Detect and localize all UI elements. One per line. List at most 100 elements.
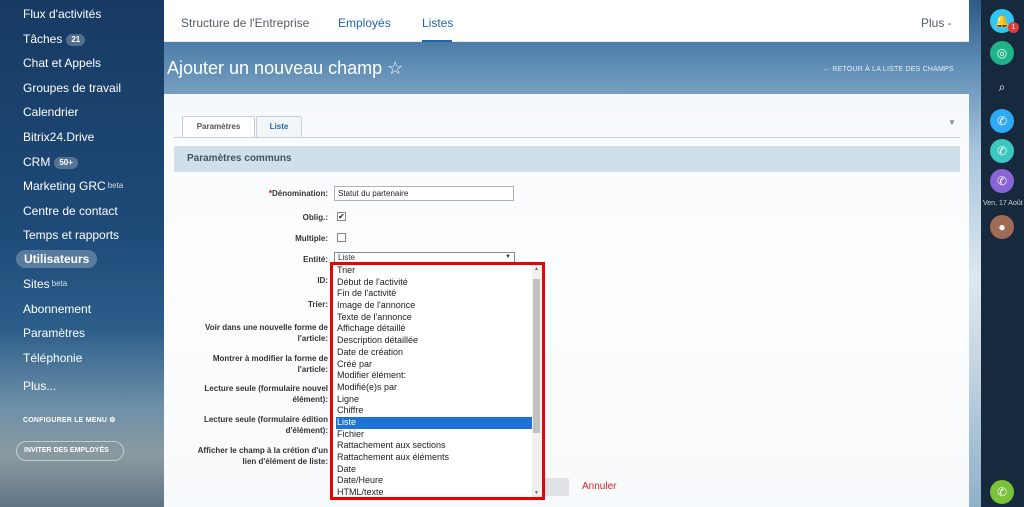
avatar[interactable]: ● <box>990 215 1014 239</box>
dropdown-option[interactable]: Chiffre <box>336 405 534 417</box>
multiple-checkbox[interactable] <box>337 233 346 242</box>
more-menu-button[interactable]: Plus - <box>921 16 952 30</box>
required-label: Oblig.: <box>302 213 328 222</box>
multiple-label: Multiple: <box>295 234 328 243</box>
phone-icon[interactable]: ✆ <box>990 169 1014 193</box>
dropdown-option[interactable]: Fichier <box>336 429 534 441</box>
scrollbar-thumb[interactable] <box>533 279 540 433</box>
sidebar-item-label: Bitrix24.Drive <box>23 130 95 144</box>
sidebar-item-label: Sites <box>23 277 50 291</box>
entity-dropdown-list[interactable]: Trier Début de l'activité Fin de l'activ… <box>330 262 545 500</box>
left-sidebar: Flux d'activités Tâches 21 Chat et Appels… <box>0 0 164 507</box>
sidebar-item-label: Marketing GRC <box>23 179 106 193</box>
collapse-arrow-icon[interactable]: ▼ <box>948 118 956 127</box>
name-input[interactable]: Statut du partenaire <box>334 186 514 201</box>
top-navigation: Structure de l'Entreprise Employés Liste… <box>164 0 969 42</box>
dropdown-option[interactable]: Image de l'annonce <box>336 300 534 312</box>
dropdown-option[interactable]: Créé par <box>336 359 534 371</box>
tasks-count-badge: 21 <box>66 33 86 46</box>
beta-tag: beta <box>107 181 124 190</box>
dropdown-option[interactable]: Trier <box>336 265 534 277</box>
dropdown-option[interactable]: HTML/texte <box>336 487 534 499</box>
invite-label: INVITER DES EMPLOYÉS <box>24 447 109 454</box>
sidebar-item-tasks[interactable]: Tâches 21 <box>23 30 86 48</box>
dropdown-option[interactable]: Rattachement aux éléments <box>336 452 534 464</box>
sidebar-item-contact-center[interactable]: Centre de contact <box>23 202 118 220</box>
scroll-up-icon[interactable]: ▲ <box>532 266 541 272</box>
search-icon[interactable]: ⌕ <box>990 75 1014 99</box>
sidebar-item-workgroups[interactable]: Groupes de travail <box>23 79 121 97</box>
tab-list[interactable]: Liste <box>256 116 302 138</box>
sidebar-item-crm[interactable]: CRM 50+ <box>23 153 78 171</box>
tab-company-structure[interactable]: Structure de l'Entreprise <box>181 16 309 30</box>
chat-icon[interactable]: ◎ <box>990 41 1014 65</box>
chevron-down-icon: ▼ <box>505 254 511 260</box>
dropdown-option-selected[interactable]: Liste <box>336 416 534 429</box>
scroll-down-icon[interactable]: ▼ <box>532 490 541 496</box>
dropdown-option[interactable]: Date <box>336 464 534 476</box>
sort-label: Trier: <box>307 300 328 309</box>
form-content: Paramètres Liste ▼ Paramètres communs *D… <box>164 94 969 507</box>
sidebar-item-time-reports[interactable]: Temps et rapports <box>23 226 119 244</box>
sidebar-item-label: Plus... <box>23 379 57 393</box>
sidebar-item-label: Abonnement <box>23 302 92 316</box>
sidebar-item-label: Temps et rapports <box>23 228 120 242</box>
sidebar-item-subscription[interactable]: Abonnement <box>23 300 91 318</box>
tab-parameters[interactable]: Paramètres <box>182 116 255 138</box>
dropdown-option[interactable]: Modifié(e)s par <box>336 382 534 394</box>
sidebar-item-label: CRM <box>23 155 51 169</box>
dropdown-option[interactable]: Ligne <box>336 394 534 406</box>
invite-employees-button[interactable]: INVITER DES EMPLOYÉS <box>16 441 124 461</box>
dropdown-option[interactable]: Fin de l'activité <box>336 288 534 300</box>
dropdown-option[interactable]: Texte de l'annonce <box>336 312 534 324</box>
save-button[interactable] <box>544 478 569 496</box>
sidebar-item-label: Tâches <box>23 32 63 46</box>
sidebar-item-label: Groupes de travail <box>23 81 122 95</box>
sidebar-item-more[interactable]: Plus... <box>23 377 56 395</box>
sidebar-item-label: Flux d'activités <box>23 7 102 21</box>
sidebar-item-marketing[interactable]: Marketing GRC beta <box>23 177 123 195</box>
section-header: Paramètres communs <box>174 146 960 172</box>
call-icon[interactable]: ✆ <box>990 480 1014 504</box>
dropdown-option[interactable]: Modifier élément: <box>336 370 534 382</box>
right-bar: 🔔 ◎ ⌕ ✆ ✆ ✆ Ven, 17 Août ● ✆ <box>981 0 1024 507</box>
dropdown-option[interactable]: Description détaillée <box>336 335 534 347</box>
sidebar-item-label: Téléphonie <box>23 351 83 365</box>
sidebar-item-users[interactable]: Utilisateurs <box>16 250 98 268</box>
sidebar-item-label: Utilisateurs <box>24 252 90 266</box>
entity-label: Entité: <box>303 255 328 264</box>
sidebar-item-label: Centre de contact <box>23 204 118 218</box>
show-link-label: Afficher le champ à la crétion d'un lien… <box>197 446 328 466</box>
date-label: Ven, 17 Août <box>983 200 1023 207</box>
phone-icon[interactable]: ✆ <box>990 139 1014 163</box>
sidebar-item-settings[interactable]: Paramètres <box>23 324 85 342</box>
sidebar-item-drive[interactable]: Bitrix24.Drive <box>23 128 94 146</box>
cancel-link[interactable]: Annuler <box>582 481 616 492</box>
configure-menu-link[interactable]: CONFIGURER LE MENU ⚙ <box>23 416 116 424</box>
dropdown-option[interactable]: Affichage détaillé <box>336 323 534 335</box>
back-to-fields-link[interactable]: ← RETOUR À LA LISTE DES CHAMPS <box>823 66 954 73</box>
dropdown-scrollbar[interactable]: ▲ ▼ <box>532 265 541 497</box>
beta-tag: beta <box>51 279 68 288</box>
active-tab-underline <box>422 40 452 42</box>
sidebar-item-telephony[interactable]: Téléphonie <box>23 349 82 367</box>
id-label: ID: <box>317 276 328 285</box>
tab-lists[interactable]: Listes <box>422 16 453 30</box>
dropdown-option[interactable]: Date/Heure <box>336 475 534 487</box>
configure-menu-label: CONFIGURER LE MENU <box>23 417 108 424</box>
sidebar-item-chat[interactable]: Chat et Appels <box>23 54 101 72</box>
tab-employees[interactable]: Employés <box>338 16 391 30</box>
crm-count-badge: 50+ <box>54 156 78 169</box>
required-checkbox[interactable]: ✔ <box>337 212 346 221</box>
sidebar-item-sites[interactable]: Sites beta <box>23 275 67 293</box>
sidebar-item-activity[interactable]: Flux d'activités <box>23 5 101 23</box>
dropdown-option[interactable]: Début de l'activité <box>336 277 534 289</box>
phone-icon[interactable]: ✆ <box>990 109 1014 133</box>
gear-icon: ⚙ <box>109 417 116 424</box>
sidebar-item-calendar[interactable]: Calendrier <box>23 103 78 121</box>
show-edit-label: Montrer à modifier la forme de l'article… <box>212 354 328 374</box>
readonly-edit-label: Lecture seule (formulaire édition d'élém… <box>203 415 328 435</box>
sidebar-item-label: Paramètres <box>23 326 86 340</box>
dropdown-option[interactable]: Rattachement aux sections <box>336 440 534 452</box>
dropdown-option[interactable]: Date de création <box>336 347 534 359</box>
